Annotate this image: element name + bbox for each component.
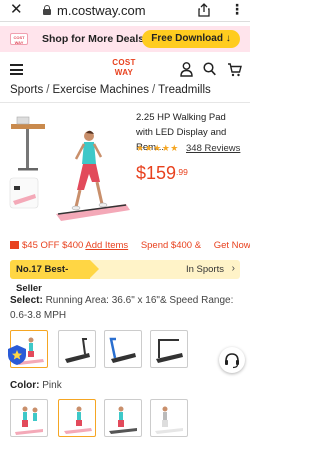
best-seller-bar[interactable]: No.17 Best-Seller In Sports ›: [10, 260, 240, 294]
breadcrumb-exercise-machines[interactable]: Exercise Machines: [52, 84, 149, 96]
more-icon[interactable]: ⋮: [230, 1, 244, 18]
coupon-spend: Spend $400 &: [140, 240, 202, 251]
coupon-icon: [10, 241, 19, 249]
product-image[interactable]: [6, 104, 131, 222]
select-option-text: Select: Running Area: 36.6" x 16"& Speed…: [10, 293, 246, 323]
logo-line-1: COST: [112, 58, 136, 67]
add-items-link[interactable]: Add Items: [85, 240, 128, 251]
coupon-row[interactable]: $45 OFF $400 Add Items Spend $400 & Get …: [10, 240, 250, 254]
select-label: Select:: [10, 295, 43, 306]
divider: [0, 102, 250, 103]
lock-icon: [43, 5, 51, 15]
color-thumb-1[interactable]: [10, 399, 48, 437]
chevron-right-icon: ›: [231, 263, 235, 274]
variant-thumb-2[interactable]: [58, 330, 96, 368]
variant-thumb-4[interactable]: [150, 330, 188, 368]
breadcrumb: Sports / Exercise Machines / Treadmills: [10, 84, 245, 96]
close-icon[interactable]: ✕: [10, 2, 23, 18]
product-price: $159.99: [136, 163, 188, 184]
user-icon[interactable]: [180, 62, 193, 77]
customer-service-button[interactable]: [219, 347, 245, 373]
app-logo: COST WAY: [10, 33, 28, 45]
price-cents: .99: [176, 167, 188, 177]
get-now-link[interactable]: Get Now: [214, 240, 250, 251]
best-seller-badge: No.17 Best-Seller: [10, 260, 99, 294]
color-label: Color:: [10, 380, 40, 391]
breadcrumb-separator: /: [151, 84, 156, 96]
free-download-button[interactable]: Free Download ↓: [142, 30, 240, 48]
breadcrumb-treadmills[interactable]: Treadmills: [158, 84, 211, 96]
menu-icon[interactable]: [10, 64, 23, 75]
price-main: $159: [136, 163, 177, 183]
promo-text: Shop for More Deals: [42, 33, 145, 45]
browser-bar: ✕ m.costway.com ⋮: [0, 0, 250, 22]
color-thumb-4[interactable]: [150, 399, 188, 437]
costway-logo[interactable]: COST WAY: [107, 58, 141, 82]
color-thumb-2[interactable]: [58, 399, 96, 437]
breadcrumb-separator: /: [46, 84, 50, 96]
variant-thumb-3[interactable]: [104, 330, 142, 368]
site-header: COST WAY: [0, 56, 250, 84]
search-icon[interactable]: [203, 62, 216, 76]
breadcrumb-sports[interactable]: Sports: [10, 84, 43, 96]
color-option-text: Color: Pink: [10, 380, 62, 391]
share-icon[interactable]: [198, 3, 210, 17]
rating-stars: ★★★★★: [136, 143, 179, 153]
select-value: Running Area: 36.6" x 16"& Speed Range: …: [10, 295, 234, 321]
cart-icon[interactable]: [227, 62, 242, 77]
best-seller-category: In Sports: [185, 264, 224, 275]
headset-icon: [225, 353, 239, 369]
reviews-link[interactable]: 348 Reviews: [186, 143, 240, 154]
logo-line-2: WAY: [114, 68, 134, 77]
shield-star-icon[interactable]: [6, 344, 28, 366]
coupon-discount: $45 OFF $400: [22, 240, 84, 251]
color-thumb-3[interactable]: [104, 399, 142, 437]
url-bar[interactable]: m.costway.com: [57, 3, 146, 18]
promo-banner: COST WAY Shop for More Deals Free Downloa…: [0, 26, 250, 52]
color-value: Pink: [42, 380, 62, 391]
